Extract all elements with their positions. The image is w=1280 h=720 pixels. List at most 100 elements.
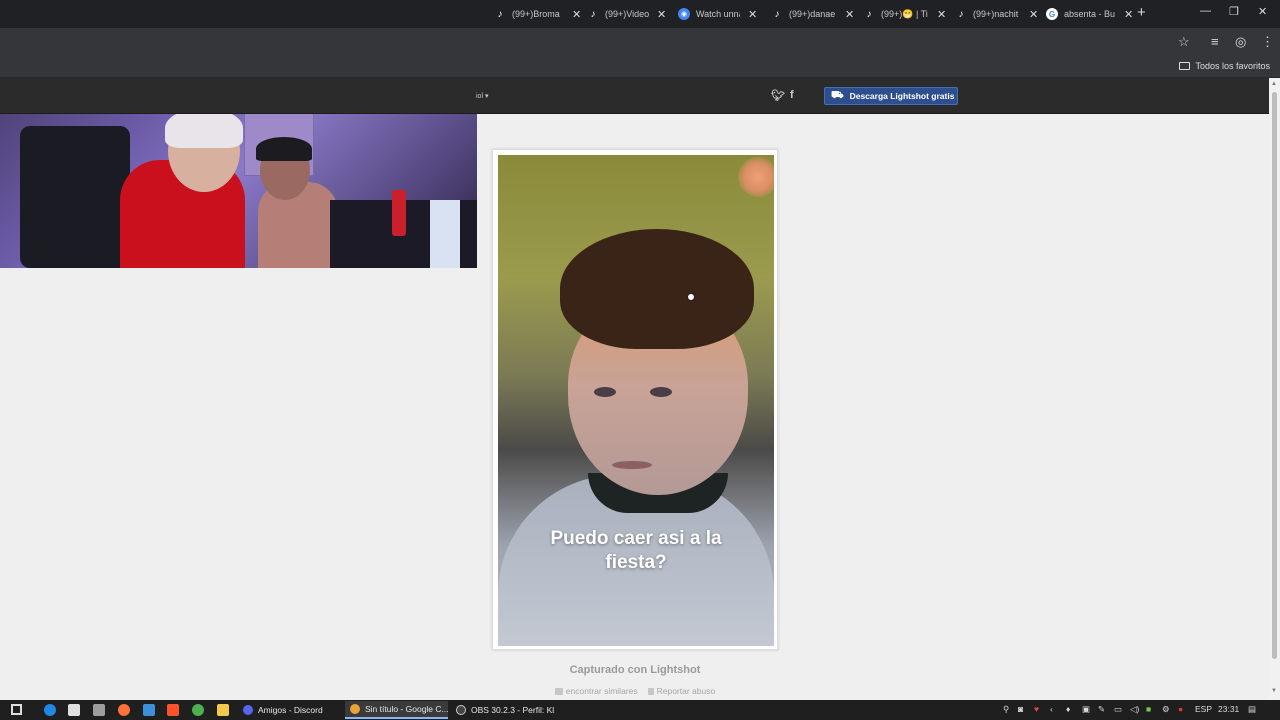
image-actions: encontrar similares Reportar abuso (492, 686, 778, 696)
scroll-thumb[interactable] (1272, 92, 1277, 659)
volume-icon[interactable]: ◁) (1130, 704, 1139, 715)
edge-icon[interactable] (44, 704, 56, 716)
monitor (430, 200, 460, 268)
profile-icon[interactable]: ◎ (1235, 34, 1246, 50)
lightshot-header: iol ▾ 🐦︎ f ⛟ Descarga Lightshot gratis (0, 78, 1280, 114)
browser-tab[interactable]: ♪ (99+)😁 | Ti ✕ (863, 4, 947, 24)
notifications-icon[interactable]: ▤ (1248, 704, 1256, 715)
tiktok-icon: ♪ (497, 8, 503, 20)
report-abuse-link[interactable]: Reportar abuso (647, 686, 716, 696)
browser-tabstrip: ♪ (99+)Broma ✕ ♪ (99+)Videos ✕ ◉ Watch u… (0, 0, 1280, 28)
taskbar-app-label: Amigos - Discord (258, 705, 323, 715)
close-icon[interactable]: ✕ (748, 8, 757, 21)
tab-label: (99+)danae (789, 9, 836, 19)
twitter-icon[interactable]: 🐦︎ (771, 89, 785, 102)
captured-with-label: Capturado con Lightshot (569, 664, 701, 676)
menu-icon[interactable]: ⋮ (1261, 34, 1274, 50)
streamer-hair (165, 108, 243, 148)
tab-label: (99+)Videos (605, 9, 649, 19)
tab-label: Watch unna (696, 9, 740, 19)
image-caption: Puedo caer asi a la fiesta? (550, 528, 722, 573)
browser-tab[interactable]: ◉ Watch unna ✕ (678, 4, 757, 24)
scroll-down-icon[interactable]: ▼ (1271, 688, 1277, 694)
all-bookmarks-button[interactable]: Todos los favoritos (1179, 61, 1270, 71)
browser-toolbar: ☆ ≡ ◎ ⋮ (0, 28, 1280, 56)
language-selector[interactable]: iol ▾ (476, 92, 488, 100)
obs-icon (456, 705, 466, 715)
taskbar-app-label: OBS 30.2.3 - Perfil: Kl... (471, 705, 555, 715)
close-window-icon[interactable]: ✕ (1258, 5, 1267, 18)
windows-taskbar: Amigos - Discord Sin título - Google C..… (0, 700, 1280, 720)
bookmarks-bar: Todos los favoritos (0, 56, 1280, 78)
restore-icon[interactable]: ❐ (1229, 5, 1239, 18)
close-icon[interactable]: ✕ (1029, 8, 1038, 21)
tiktok-icon: ♪ (590, 8, 596, 20)
download-label: Descarga Lightshot gratis (849, 91, 955, 101)
browser-tab[interactable]: ♪ (99+)Videos ✕ (587, 4, 667, 24)
find-similar-link[interactable]: encontrar similares (554, 686, 638, 696)
mouth (612, 461, 652, 469)
minimize-icon[interactable]: — (1200, 5, 1211, 17)
taskbar-app-discord[interactable]: Amigos - Discord (238, 701, 342, 719)
facebook-icon[interactable]: f (790, 89, 794, 101)
camera-icon (554, 688, 563, 696)
media-icon[interactable]: ≡ (1211, 34, 1219, 49)
download-lightshot-button[interactable]: ⛟ Descarga Lightshot gratis (824, 87, 958, 105)
tray-icon[interactable]: ⚙ (1162, 704, 1170, 715)
tab-label: (99+)nachit (973, 9, 1019, 19)
tray-icon[interactable]: ♥ (1034, 704, 1039, 714)
page-scrollbar[interactable]: ▲ ▼ (1269, 78, 1280, 700)
start-icon[interactable] (11, 704, 22, 715)
tray-icon[interactable]: ▣ (1082, 704, 1090, 715)
brave-icon[interactable] (167, 704, 179, 716)
close-icon[interactable]: ✕ (845, 8, 854, 21)
language-indicator[interactable]: ESP (1195, 704, 1212, 714)
browser-tab[interactable]: ♪ (99+)danae ✕ (771, 4, 855, 24)
firefox-icon[interactable] (118, 704, 130, 716)
find-similar-label: encontrar similares (565, 686, 638, 696)
right-eye (650, 387, 672, 397)
tiktok-icon: ♪ (774, 8, 780, 20)
close-icon[interactable]: ✕ (937, 8, 946, 21)
tray-icon[interactable]: ⚲ (1003, 704, 1009, 715)
close-icon[interactable]: ✕ (657, 8, 666, 21)
discord-tray-icon[interactable]: ◙ (1018, 704, 1023, 714)
clock[interactable]: 23:31 (1218, 704, 1239, 714)
screenshot-image[interactable]: Puedo caer asi a la fiesta? (498, 155, 774, 646)
gaming-chair (20, 126, 130, 268)
microphone-icon[interactable]: ♦ (1066, 704, 1070, 714)
taskbar-app-obs[interactable]: OBS 30.2.3 - Perfil: Kl... (451, 701, 555, 719)
browser-tab[interactable]: ♪ (99+)Broma ✕ (494, 4, 582, 24)
network-icon[interactable]: ▭ (1114, 704, 1122, 715)
background-light (738, 157, 774, 197)
globe-icon: ◉ (678, 8, 690, 20)
tray-icon[interactable]: ■ (1146, 704, 1151, 714)
google-icon: G (1046, 8, 1058, 20)
report-abuse-label: Reportar abuso (656, 686, 716, 696)
download-icon: ⛟ (831, 89, 844, 101)
bookmarks-label: Todos los favoritos (1195, 61, 1270, 71)
chrome-icon[interactable] (192, 704, 204, 716)
browser-tab[interactable]: G absenta - Bu ✕ (1046, 4, 1133, 24)
language-label: iol (476, 93, 484, 100)
new-tab-button[interactable]: + (1137, 4, 1146, 21)
store-icon[interactable] (68, 704, 80, 716)
app-icon[interactable] (143, 704, 155, 716)
file-explorer-icon[interactable] (217, 704, 229, 716)
close-icon[interactable]: ✕ (1124, 8, 1133, 21)
tiktok-icon: ♪ (958, 8, 964, 20)
tray-icon[interactable]: ‹ (1050, 704, 1053, 714)
record-icon[interactable]: ● (1178, 704, 1183, 714)
taskbar-app-chrome[interactable]: Sin título - Google C... (345, 701, 448, 719)
scroll-up-icon[interactable]: ▲ (1271, 81, 1277, 87)
flag-icon (647, 688, 654, 696)
tray-icon[interactable]: ✎ (1098, 704, 1105, 715)
chrome-icon (350, 704, 360, 714)
star-icon[interactable]: ☆ (1178, 34, 1190, 50)
screenshot-frame: Puedo caer asi a la fiesta? (492, 149, 778, 650)
bottle (392, 190, 406, 236)
tab-label: (99+)Broma (512, 9, 560, 19)
close-icon[interactable]: ✕ (572, 8, 581, 21)
browser-tab[interactable]: ♪ (99+)nachit ✕ (955, 4, 1039, 24)
mail-icon[interactable] (93, 704, 105, 716)
